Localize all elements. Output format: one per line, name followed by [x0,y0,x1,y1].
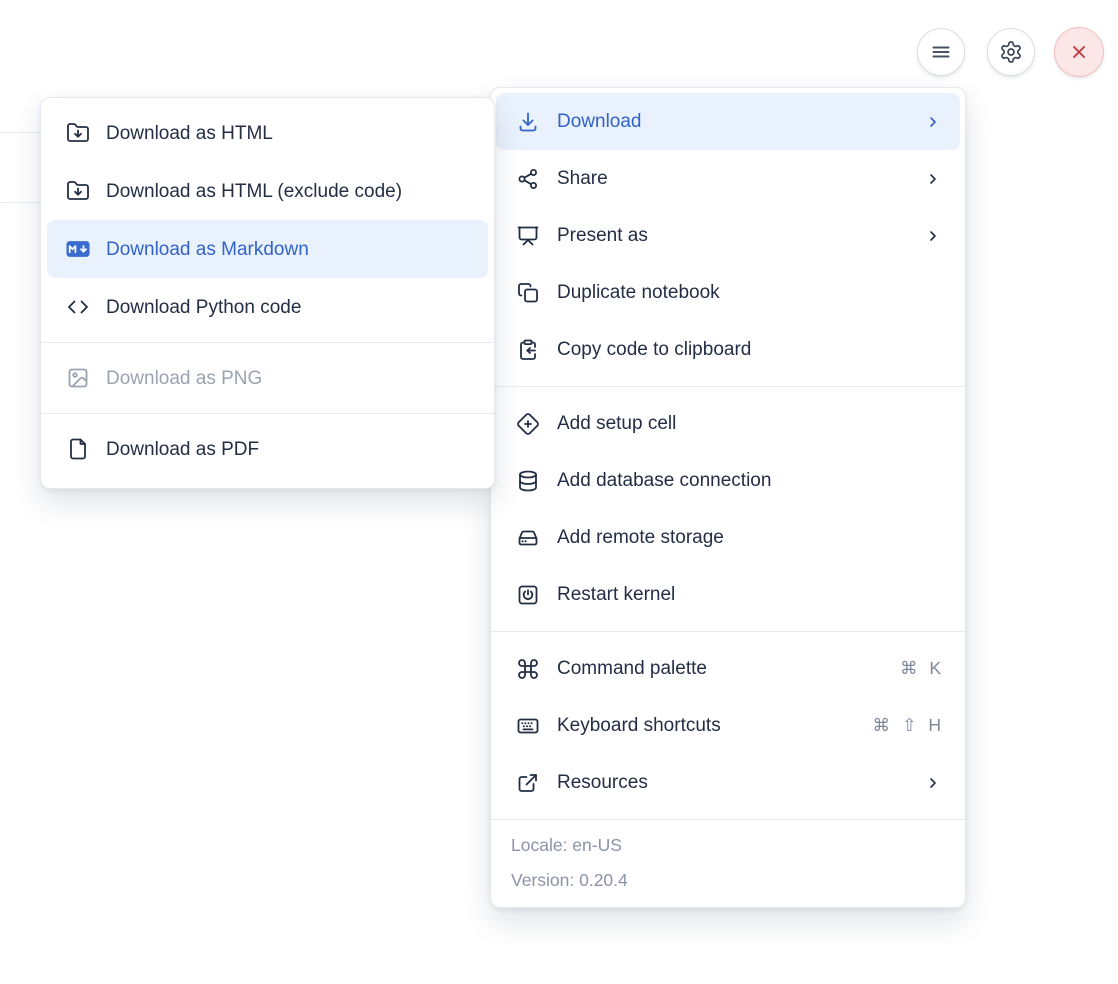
submenu-item-download-html-exclude-code[interactable]: Download as HTML (exclude code) [47,162,488,220]
menu-item-label: Download as HTML [106,124,474,143]
code-icon [66,295,90,319]
download-icon [516,110,540,134]
menu-item-label: Download as Markdown [106,240,474,259]
clipboard-copy-icon [516,338,540,362]
menu-item-present-as[interactable]: Present as [496,207,960,264]
menu-item-label: Command palette [557,659,883,678]
close-button[interactable] [1054,27,1104,77]
presentation-icon [516,224,540,248]
download-submenu: Download as HTML Download as HTML (exclu… [40,97,495,489]
version-info: Version: 0.20.4 [491,863,965,898]
menu-item-label: Add remote storage [557,528,941,547]
menu-item-restart-kernel[interactable]: Restart kernel [496,566,960,623]
submenu-item-download-markdown[interactable]: Download as Markdown [47,220,488,278]
image-icon [66,366,90,390]
command-icon [516,657,540,681]
notebook-menu-button[interactable] [917,28,965,76]
hamburger-icon [929,40,953,64]
menu-item-label: Download [557,112,908,131]
submenu-item-download-html[interactable]: Download as HTML [47,104,488,162]
chevron-right-icon [925,114,941,130]
menu-item-label: Resources [557,773,908,792]
shortcut-hint: ⌘ ⇧ H [872,717,941,735]
menu-separator [41,342,494,343]
menu-separator [491,631,965,632]
notebook-actions-menu: Download Share Present as [490,87,966,908]
menu-item-add-remote-storage[interactable]: Add remote storage [496,509,960,566]
chevron-right-icon [925,775,941,791]
diamond-plus-icon [516,412,540,436]
menu-item-label: Keyboard shortcuts [557,716,855,735]
menu-item-label: Add setup cell [557,414,941,433]
shortcut-hint: ⌘ K [900,660,941,678]
menu-item-command-palette[interactable]: Command palette ⌘ K [496,640,960,697]
folder-down-icon [66,121,90,145]
menu-item-share[interactable]: Share [496,150,960,207]
background-cell-border [0,202,40,203]
file-icon [66,437,90,461]
settings-button[interactable] [987,28,1035,76]
menu-item-add-setup-cell[interactable]: Add setup cell [496,395,960,452]
menu-item-duplicate-notebook[interactable]: Duplicate notebook [496,264,960,321]
submenu-item-download-png[interactable]: Download as PNG [47,349,488,407]
folder-down-icon [66,179,90,203]
chevron-right-icon [925,228,941,244]
external-link-icon [516,771,540,795]
markdown-icon [66,237,90,261]
background-cell-border [0,132,40,133]
close-icon [1067,40,1091,64]
menu-item-label: Download as HTML (exclude code) [106,182,474,201]
menu-item-add-database-connection[interactable]: Add database connection [496,452,960,509]
share-icon [516,167,540,191]
chevron-right-icon [925,171,941,187]
menu-separator [491,819,965,820]
keyboard-icon [516,714,540,738]
gear-icon [999,40,1023,64]
menu-item-label: Duplicate notebook [557,283,941,302]
menu-item-label: Download as PNG [106,369,474,388]
menu-item-label: Download as PDF [106,440,474,459]
menu-item-copy-code[interactable]: Copy code to clipboard [496,321,960,378]
locale-info: Locale: en-US [491,828,965,863]
menu-item-download[interactable]: Download [496,93,960,150]
menu-item-label: Share [557,169,908,188]
menu-item-label: Restart kernel [557,585,941,604]
menu-separator [491,386,965,387]
hard-drive-icon [516,526,540,550]
menu-item-label: Download Python code [106,298,474,317]
menu-item-label: Present as [557,226,908,245]
power-icon [516,583,540,607]
menu-item-label: Add database connection [557,471,941,490]
copy-icon [516,281,540,305]
menu-separator [41,413,494,414]
menu-item-resources[interactable]: Resources [496,754,960,811]
submenu-item-download-pdf[interactable]: Download as PDF [47,420,488,478]
menu-item-label: Copy code to clipboard [557,340,941,359]
database-icon [516,469,540,493]
submenu-item-download-python-code[interactable]: Download Python code [47,278,488,336]
menu-item-keyboard-shortcuts[interactable]: Keyboard shortcuts ⌘ ⇧ H [496,697,960,754]
